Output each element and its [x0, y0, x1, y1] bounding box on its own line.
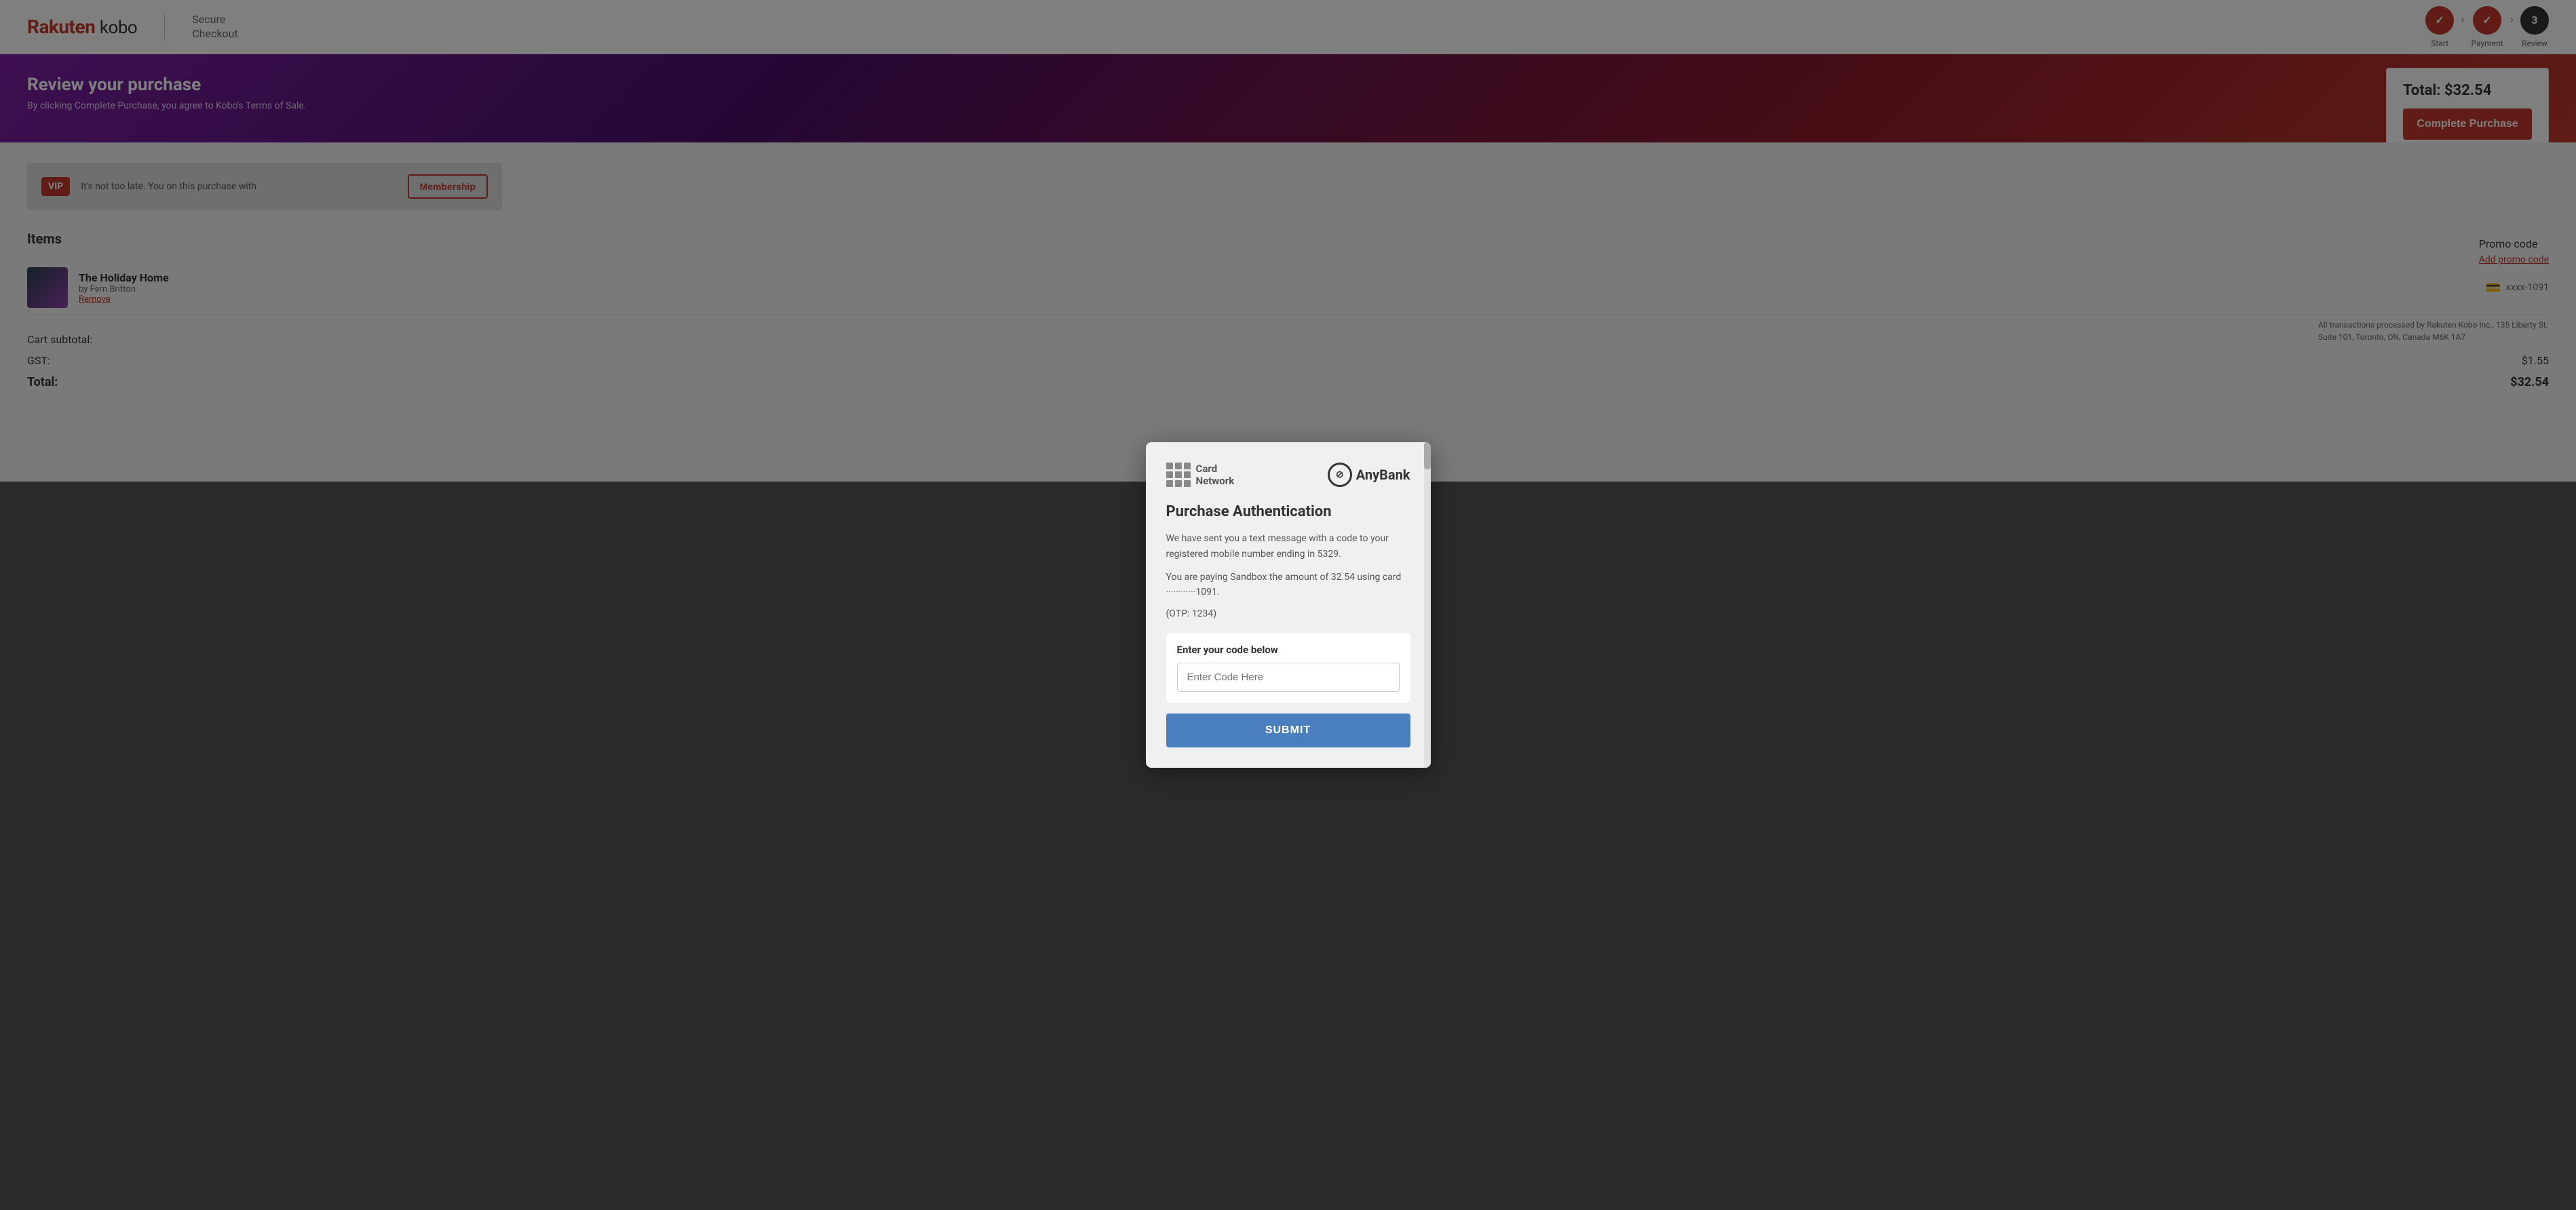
modal-desc-2: You are paying Sandbox the amount of 32.…	[1166, 570, 1410, 600]
authentication-modal: Card Network ⊘ AnyBank Purchase Authenti…	[1146, 442, 1431, 768]
modal-header-logos: Card Network ⊘ AnyBank	[1166, 463, 1410, 487]
modal-inner: Card Network ⊘ AnyBank Purchase Authenti…	[1146, 442, 1431, 768]
card-network-grid-icon	[1166, 463, 1191, 487]
code-input[interactable]	[1177, 663, 1400, 692]
card-network-logo: Card Network	[1166, 463, 1235, 487]
card-network-text: Card Network	[1196, 463, 1235, 487]
modal-otp: (OTP: 1234)	[1166, 608, 1410, 619]
submit-button[interactable]: SUBMIT	[1166, 714, 1410, 747]
anybank-logo: ⊘ AnyBank	[1328, 463, 1410, 487]
modal-scrollbar[interactable]	[1424, 442, 1431, 768]
code-section-label: Enter your code below	[1177, 644, 1400, 656]
modal-overlay: Card Network ⊘ AnyBank Purchase Authenti…	[0, 0, 2576, 1210]
anybank-text: AnyBank	[1356, 467, 1410, 483]
code-section: Enter your code below	[1166, 633, 1410, 703]
modal-desc-1: We have sent you a text message with a c…	[1166, 531, 1410, 562]
modal-scrollbar-thumb	[1424, 442, 1431, 469]
anybank-circle-icon: ⊘	[1328, 463, 1352, 487]
modal-title: Purchase Authentication	[1166, 503, 1410, 520]
